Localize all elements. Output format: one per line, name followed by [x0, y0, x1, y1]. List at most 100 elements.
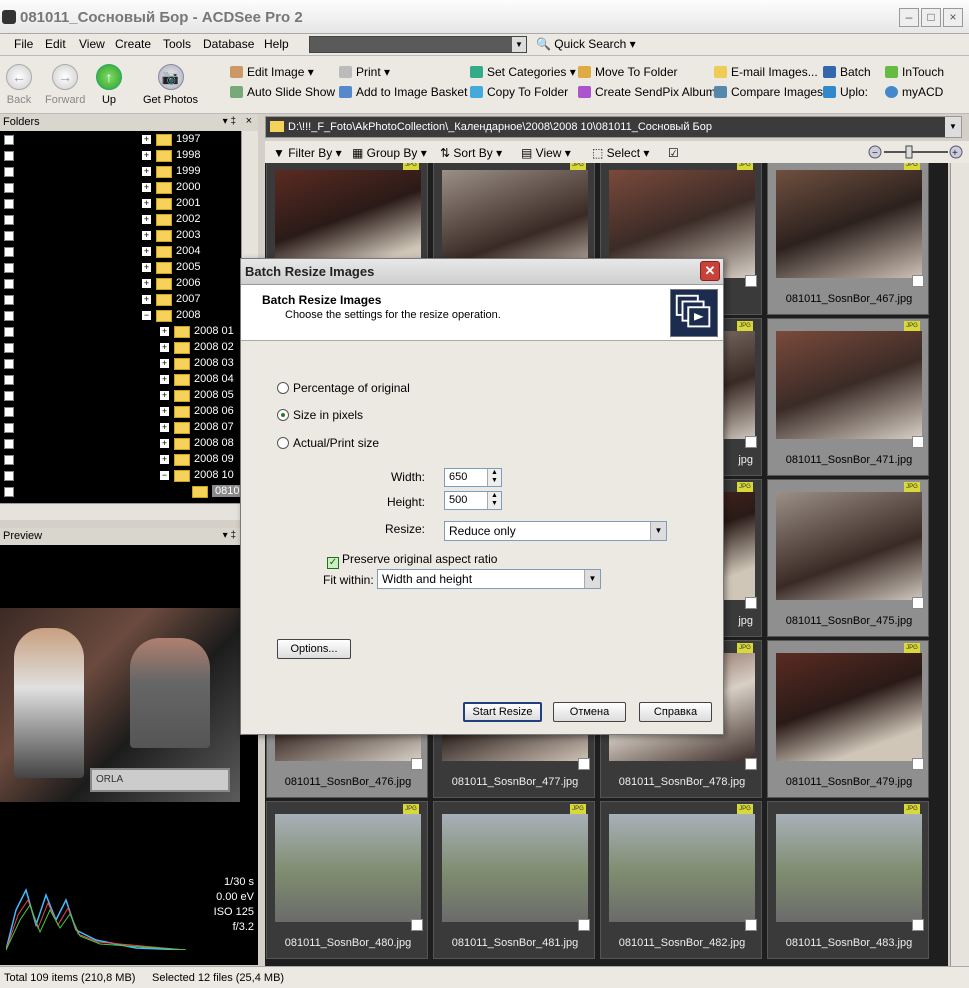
expand-icon[interactable]: +	[142, 151, 151, 160]
thumbnail[interactable]: JPG 081011_SosnBor_475.jpg	[767, 479, 929, 637]
folder-checkbox[interactable]	[4, 439, 14, 449]
folder-item[interactable]: +2008 03	[0, 356, 241, 372]
folder-checkbox[interactable]	[4, 471, 14, 481]
folder-checkbox[interactable]	[4, 375, 14, 385]
filter-by-button[interactable]: ▼ Filter By ▾	[273, 146, 342, 160]
height-input[interactable]: 500 ▲ ▼	[444, 491, 502, 510]
folder-item[interactable]: +2005	[0, 260, 241, 276]
thumbnail-checkbox[interactable]	[912, 436, 924, 448]
menu-help[interactable]: Help	[264, 37, 289, 51]
folder-item[interactable]: +1997	[0, 132, 241, 148]
expand-icon[interactable]: +	[142, 183, 151, 192]
width-input[interactable]: 650 ▲ ▼	[444, 468, 502, 487]
folder-checkbox[interactable]	[4, 423, 14, 433]
thumbnail-checkbox[interactable]	[411, 758, 423, 770]
close-icon[interactable]: ×	[246, 115, 252, 127]
search-combo[interactable]: ▼	[309, 36, 527, 53]
expand-icon[interactable]: +	[142, 263, 151, 272]
thumbnail-checkbox[interactable]	[578, 919, 590, 931]
expand-icon[interactable]: +	[142, 135, 151, 144]
thumbnail[interactable]: JPG 081011_SosnBor_483.jpg	[767, 801, 929, 959]
folder-checkbox[interactable]	[4, 199, 14, 209]
thumbnail-checkbox[interactable]	[411, 919, 423, 931]
folder-checkbox[interactable]	[4, 167, 14, 177]
expand-icon[interactable]: +	[142, 279, 151, 288]
preserve-aspect-checkbox[interactable]: ✓ Preserve original aspect ratio	[327, 552, 497, 569]
batch-button[interactable]: Batch	[823, 65, 871, 79]
radio-percentage[interactable]: Percentage of original	[277, 381, 410, 395]
print-button[interactable]: Print ▾	[339, 65, 390, 79]
expand-icon[interactable]: +	[160, 439, 169, 448]
folder-checkbox[interactable]	[4, 295, 14, 305]
thumbnail-checkbox[interactable]	[745, 597, 757, 609]
collapse-icon[interactable]: −	[142, 311, 151, 320]
chevron-down-icon[interactable]: ▼	[945, 117, 961, 137]
folder-checkbox[interactable]	[4, 391, 14, 401]
email-images-button[interactable]: E-mail Images...	[714, 65, 818, 79]
checkmark-icon[interactable]: ☑	[668, 146, 679, 160]
folder-checkbox[interactable]	[4, 327, 14, 337]
thumbnail[interactable]: JPG 081011_SosnBor_471.jpg	[767, 318, 929, 476]
add-to-basket-button[interactable]: Add to Image Basket	[339, 85, 467, 99]
folder-checkbox[interactable]	[4, 183, 14, 193]
edit-image-button[interactable]: Edit Image ▾	[230, 65, 314, 79]
expand-icon[interactable]: +	[142, 295, 151, 304]
expand-icon[interactable]: +	[160, 391, 169, 400]
compare-images-button[interactable]: Compare Images	[714, 85, 823, 99]
thumbnail-checkbox[interactable]	[745, 919, 757, 931]
folder-item[interactable]: − 2008 10	[0, 468, 241, 484]
folder-item[interactable]: +2002	[0, 212, 241, 228]
thumbnail[interactable]: JPG 081011_SosnBor_481.jpg	[433, 801, 595, 959]
folder-item[interactable]: +2006	[0, 276, 241, 292]
folder-item[interactable]: 0810	[0, 484, 243, 500]
help-button[interactable]: Справка	[639, 702, 712, 722]
folder-item[interactable]: − 2008	[0, 308, 241, 324]
pin-icon[interactable]: ▾ ‡	[223, 530, 236, 541]
thumbnail-checkbox[interactable]	[912, 597, 924, 609]
folder-checkbox[interactable]	[4, 343, 14, 353]
menu-database[interactable]: Database	[203, 37, 254, 51]
folder-checkbox[interactable]	[4, 311, 14, 321]
radio-actual-print-size[interactable]: Actual/Print size	[277, 436, 379, 450]
folder-checkbox[interactable]	[4, 215, 14, 225]
select-button[interactable]: ⬚ Select ▾	[592, 146, 649, 160]
path-combo[interactable]: D:\!!!_F_Foto\AkPhotoCollection\_Календа…	[265, 116, 962, 138]
start-resize-button[interactable]: Start Resize	[463, 702, 542, 722]
expand-icon[interactable]: +	[160, 423, 169, 432]
quick-search-button[interactable]: 🔍 Quick Search ▾	[536, 37, 636, 51]
pin-icon[interactable]: ▾ ‡	[223, 116, 236, 127]
upload-button[interactable]: Uplo:	[823, 85, 868, 99]
expand-icon[interactable]: +	[142, 167, 151, 176]
expand-icon[interactable]: +	[160, 375, 169, 384]
folder-checkbox[interactable]	[4, 247, 14, 257]
zoom-slider[interactable]: − +	[868, 144, 964, 160]
expand-icon[interactable]: +	[160, 359, 169, 368]
height-spinner-arrows[interactable]: ▲ ▼	[487, 492, 501, 509]
expand-icon[interactable]: +	[142, 231, 151, 240]
group-by-button[interactable]: ▦ Group By ▾	[352, 146, 427, 160]
thumbnail-checkbox[interactable]	[578, 758, 590, 770]
folder-checkbox[interactable]	[4, 407, 14, 417]
menu-view[interactable]: View	[79, 37, 105, 51]
folder-item[interactable]: +2008 09	[0, 452, 241, 468]
set-categories-button[interactable]: Set Categories ▾	[470, 65, 576, 79]
expand-icon[interactable]: +	[142, 215, 151, 224]
minimize-button[interactable]: –	[899, 8, 919, 27]
radio-size-in-pixels[interactable]: Size in pixels	[277, 408, 363, 422]
get-photos-button[interactable]: 📷 Get Photos	[143, 64, 198, 106]
sort-by-button[interactable]: ⇅ Sort By ▾	[440, 146, 502, 160]
thumbnail-checkbox[interactable]	[745, 758, 757, 770]
folder-item[interactable]: +2008 01	[0, 324, 241, 340]
collapse-icon[interactable]: −	[160, 471, 169, 480]
expand-icon[interactable]: +	[160, 343, 169, 352]
folder-item[interactable]: +2008 04	[0, 372, 241, 388]
back-button[interactable]: ← Back	[6, 64, 32, 106]
expand-icon[interactable]: +	[160, 455, 169, 464]
menu-file[interactable]: File	[14, 37, 33, 51]
folder-item[interactable]: +2000	[0, 180, 241, 196]
folder-checkbox[interactable]	[4, 487, 14, 497]
width-spinner-arrows[interactable]: ▲ ▼	[487, 469, 501, 486]
expand-icon[interactable]: +	[142, 247, 151, 256]
fit-within-select[interactable]: Width and height ▼	[377, 569, 601, 589]
expand-icon[interactable]: +	[160, 327, 169, 336]
